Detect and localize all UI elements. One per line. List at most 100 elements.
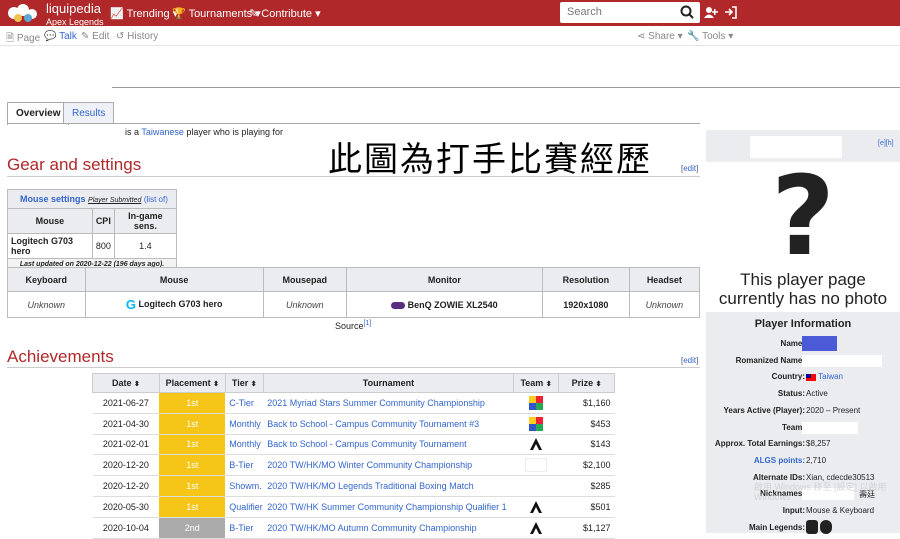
apex-logo-icon[interactable]: [529, 500, 543, 514]
talk-tab-label: Talk: [59, 31, 77, 42]
tools-menu-label: Tools: [702, 31, 726, 42]
talk-tab[interactable]: 💬 Talk: [44, 31, 77, 42]
taiwan-flag-icon: [806, 373, 816, 381]
intro-after: player who is playing for: [186, 127, 283, 137]
sort-date[interactable]: Date ⬍: [92, 373, 160, 393]
list-of-link[interactable]: (list of): [144, 195, 168, 204]
brand-title: liquipedia: [46, 1, 101, 16]
achievements-edit-link[interactable]: [edit]: [681, 356, 698, 365]
team-redaction: [802, 421, 858, 434]
sort-prize[interactable]: Prize ⬍: [558, 373, 615, 393]
player-photo-placeholder: ? This player page currently has no phot…: [706, 161, 900, 312]
tier-link[interactable]: C-Tier: [225, 392, 264, 414]
info-row: Input: Mouse & Keyboard: [706, 503, 900, 519]
country-link[interactable]: Taiwan: [806, 372, 843, 381]
tournament-link[interactable]: 2020 TW/HK/MO Winter Community Champions…: [263, 454, 514, 477]
team-cell: [513, 454, 559, 477]
tier-link[interactable]: Showm.: [225, 475, 264, 497]
benq-logo-icon: [391, 301, 406, 309]
tier-link[interactable]: Qualifier: [225, 496, 264, 518]
team-cell: [513, 434, 559, 456]
add-user-icon[interactable]: [704, 6, 718, 22]
legend-icons: [806, 519, 833, 536]
keyboard-cell: Unknown: [7, 291, 86, 318]
team-cell: [513, 475, 559, 497]
info-key: Status:: [777, 389, 805, 399]
nav-contribute[interactable]: ✎ Contribute ▾: [249, 7, 321, 20]
prize-cell: $501: [558, 496, 615, 518]
prize-cell: $1,160: [558, 392, 615, 414]
tab-results[interactable]: Results: [63, 102, 115, 124]
placement-cell: 1st: [159, 434, 226, 456]
apex-logo-icon[interactable]: [529, 437, 543, 451]
liquipedia-logo-icon[interactable]: [6, 2, 40, 24]
overlay-chinese-note: 此圖為打手比賽經歷: [328, 140, 652, 180]
monitor-name: BenQ ZOWIE XL2540: [407, 299, 498, 310]
tier-link[interactable]: B-Tier: [225, 454, 264, 477]
col-date: Date: [111, 378, 132, 388]
infobox-edit-links[interactable]: [e][h]: [878, 140, 894, 147]
table-row: 2021-06-27 1st C-Tier 2021 Myriad Stars Sum…: [92, 392, 615, 414]
section-divider: [7, 367, 700, 368]
page-tab-label: Page: [16, 33, 41, 44]
tournament-link[interactable]: 2020 TW/HK/MO Legends Traditional Boxing…: [263, 475, 514, 497]
windows-activation-watermark: 啟用 Windows 移至 [設定] 以啟用 Windows: [754, 482, 887, 502]
monitor-cell: BenQ ZOWIE XL2540: [345, 291, 544, 318]
tournament-link[interactable]: 2021 Myriad Stars Summer Community Champ…: [263, 392, 514, 414]
mouse-settings-title[interactable]: Mouse settings: [20, 194, 86, 204]
tier-link[interactable]: Monthly: [225, 434, 264, 456]
achievements-edit-text[interactable]: edit: [683, 356, 696, 365]
tournament-link[interactable]: 2020 TW/HK Summer Community Championship…: [263, 496, 514, 518]
prize-cell: $453: [558, 413, 615, 435]
source-ref-link[interactable]: [1]: [364, 320, 372, 327]
placement-cell: 1st: [159, 454, 226, 477]
search-input[interactable]: Search: [560, 2, 700, 23]
search-icon[interactable]: [680, 5, 694, 19]
tabs-underline: [7, 123, 700, 124]
table-row: 2021-02-01 1st Monthly Back to School - Cam…: [92, 434, 615, 456]
site-brand[interactable]: liquipedia Apex Legends: [46, 1, 104, 28]
mouse-cell: Logitech G703 hero: [7, 233, 93, 259]
source-label: Source: [335, 321, 364, 331]
resolution-cell: 1920x1080: [542, 291, 630, 318]
history-tab[interactable]: ↺ History: [116, 31, 158, 42]
tab-overview[interactable]: Overview: [7, 102, 70, 125]
edit-tab[interactable]: ✎ Edit: [81, 31, 109, 42]
date-cell: 2021-02-01: [92, 434, 160, 456]
team-logo-icon[interactable]: [529, 395, 544, 410]
sort-tier[interactable]: Tier ⬍: [224, 373, 264, 393]
info-row: Status: Active: [706, 386, 900, 402]
legend-icon[interactable]: [820, 519, 833, 534]
col-sens: In-game sens.: [113, 208, 178, 234]
intro-before: is a: [125, 127, 140, 137]
sort-team[interactable]: Team ⬍: [513, 373, 560, 393]
prize-cell: $2,100: [558, 454, 615, 477]
tier-link[interactable]: Monthly: [225, 413, 264, 435]
info-value: Xian, cdecde30513: [806, 472, 875, 482]
gear-edit-text[interactable]: edit: [683, 164, 696, 173]
page-tab[interactable]: 🗎 Page: [6, 31, 40, 48]
team-cell: [513, 392, 559, 414]
legend-icon[interactable]: [806, 519, 818, 534]
nav-tournaments[interactable]: 🏆 Tournaments ▾: [172, 7, 261, 20]
top-navbar: liquipedia Apex Legends 📈 Trending ▾ 🏆 T…: [0, 0, 900, 28]
placement-cell: 1st: [159, 496, 226, 518]
algs-points-link[interactable]: ALGS points:: [754, 456, 805, 465]
tier-link[interactable]: B-Tier: [225, 517, 264, 539]
nav-trending[interactable]: 📈 Trending ▾: [110, 7, 178, 20]
gear-edit-link[interactable]: [edit]: [681, 164, 698, 173]
date-cell: 2020-12-20: [92, 454, 160, 477]
tournament-link[interactable]: 2020 TW/HK/MO Autumn Community Champions…: [263, 517, 514, 539]
team-cell: [513, 413, 559, 435]
team-logo-icon[interactable]: [529, 416, 544, 431]
tools-menu[interactable]: 🔧 Tools ▾: [687, 31, 733, 42]
tournament-link[interactable]: Back to School - Campus Community Tourna…: [263, 434, 514, 456]
info-key: Approx. Total Earnings:: [714, 439, 805, 449]
col-prize: Prize: [571, 378, 594, 388]
nationality-link[interactable]: Taiwanese: [141, 127, 184, 137]
tournament-link[interactable]: Back to School - Campus Community Tourna…: [263, 413, 514, 435]
share-menu[interactable]: ⋖ Share ▾: [637, 31, 683, 42]
login-icon[interactable]: [724, 6, 737, 22]
sort-placement[interactable]: Placement ⬍: [158, 373, 226, 393]
info-key: Input:: [782, 506, 805, 515]
